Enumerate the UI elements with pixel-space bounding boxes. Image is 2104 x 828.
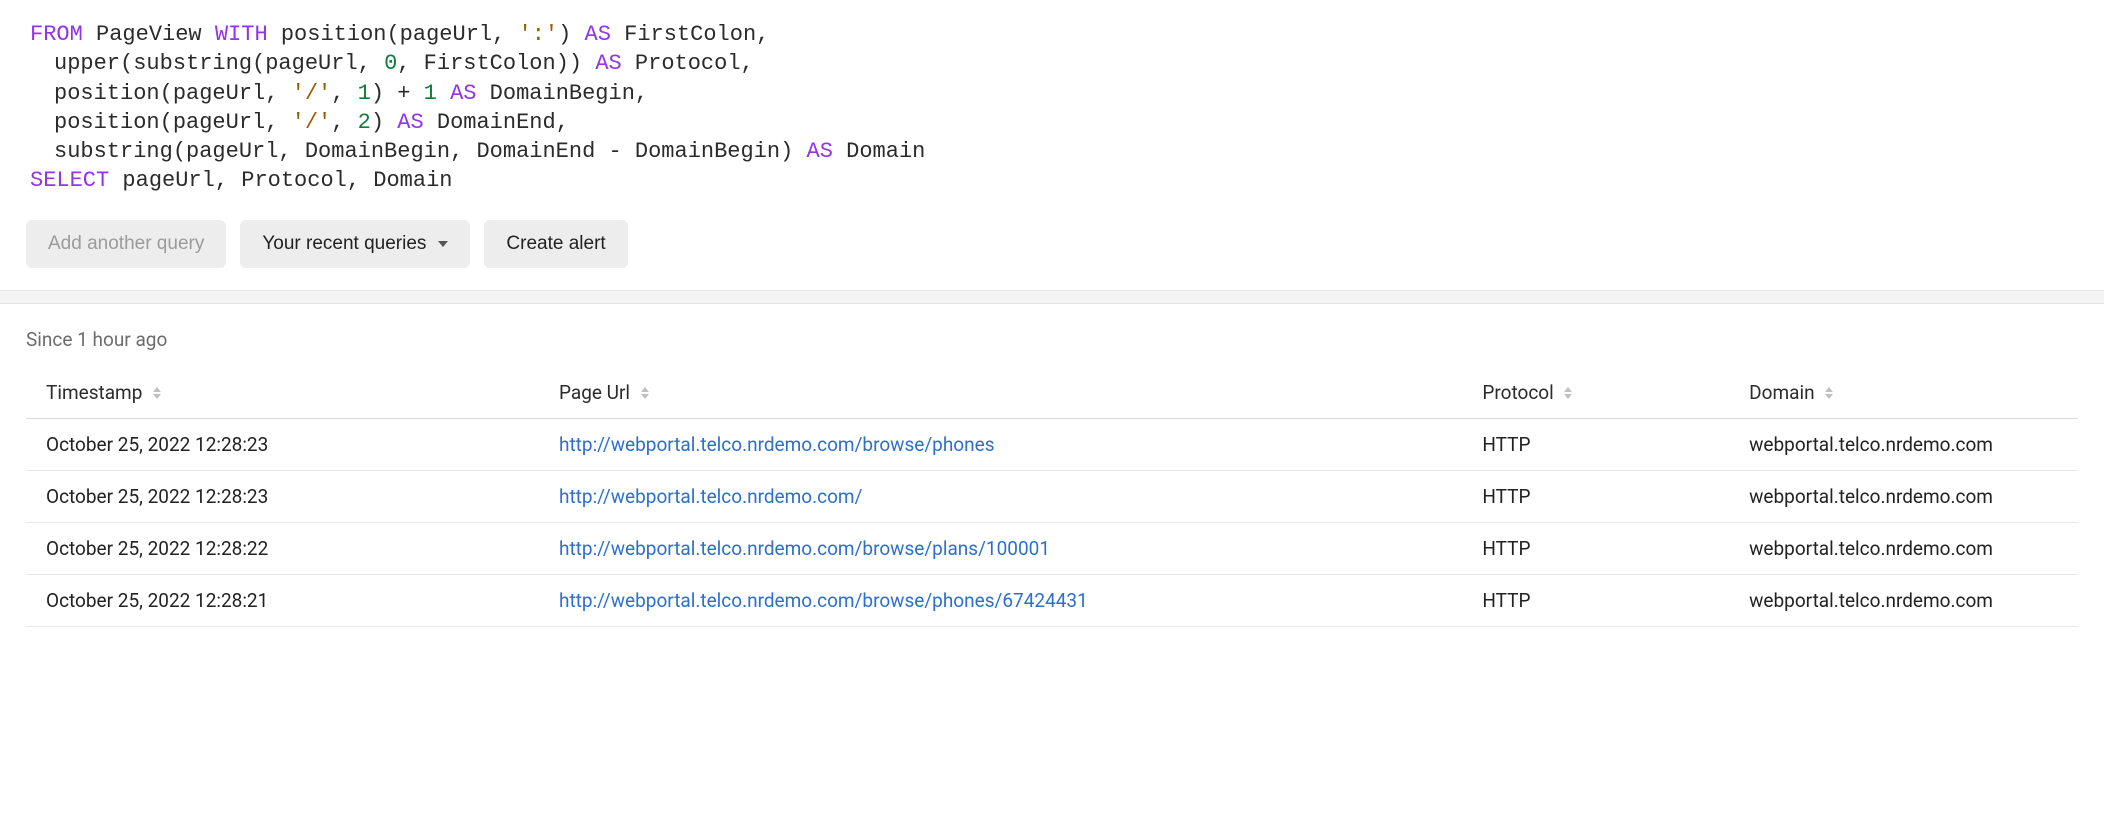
query-token: '/' [292, 110, 332, 135]
recent-queries-button[interactable]: Your recent queries [240, 220, 470, 268]
query-token: AS [397, 110, 423, 135]
cell-timestamp: October 25, 2022 12:28:22 [26, 522, 539, 574]
query-token: ) [558, 22, 584, 47]
column-header-timestamp[interactable]: Timestamp [26, 367, 539, 419]
cell-pageurl: http://webportal.telco.nrdemo.com/browse… [539, 418, 1462, 470]
cell-domain: webportal.telco.nrdemo.com [1729, 574, 2078, 626]
query-token: Protocol, [622, 51, 754, 76]
query-token: WITH [215, 22, 268, 47]
query-token: position(pageUrl, [54, 110, 292, 135]
query-line: substring(pageUrl, DomainBegin, DomainEn… [30, 137, 2074, 166]
recent-queries-label: Your recent queries [262, 233, 426, 255]
column-header-label: Timestamp [46, 381, 142, 404]
table-row: October 25, 2022 12:28:21 http://webporta… [26, 574, 2078, 626]
query-token: DomainBegin, [476, 81, 648, 106]
query-token: , [331, 110, 357, 135]
query-token: FirstColon, [611, 22, 769, 47]
table-row: October 25, 2022 12:28:22 http://webporta… [26, 522, 2078, 574]
query-token: FROM [30, 22, 83, 47]
query-token: AS [595, 51, 621, 76]
query-token: position(pageUrl, [54, 81, 292, 106]
page-url-link[interactable]: http://webportal.telco.nrdemo.com/browse… [559, 589, 1088, 612]
section-divider [0, 290, 2104, 304]
cell-pageurl: http://webportal.telco.nrdemo.com/browse… [539, 574, 1462, 626]
column-header-label: Domain [1749, 381, 1814, 404]
cell-domain: webportal.telco.nrdemo.com [1729, 522, 2078, 574]
query-token: upper(substring(pageUrl, [54, 51, 384, 76]
query-token: AS [807, 139, 833, 164]
cell-protocol: HTTP [1462, 574, 1729, 626]
sort-icon [1564, 387, 1572, 399]
query-token: ':' [519, 22, 559, 47]
table-header-row: Timestamp Page Url Protocol Domain [26, 367, 2078, 419]
column-header-label: Page Url [559, 381, 630, 404]
page-url-link[interactable]: http://webportal.telco.nrdemo.com/ [559, 485, 862, 508]
query-token: 1 [358, 81, 371, 106]
query-editor[interactable]: FROM PageView WITH position(pageUrl, ':'… [0, 0, 2104, 206]
cell-protocol: HTTP [1462, 522, 1729, 574]
page-url-link[interactable]: http://webportal.telco.nrdemo.com/browse… [559, 433, 995, 456]
button-row: Add another query Your recent queries Cr… [0, 206, 2104, 290]
query-line: FROM PageView WITH position(pageUrl, ':'… [30, 20, 2074, 49]
query-token: , [331, 81, 357, 106]
results-table: Timestamp Page Url Protocol Domain Octob… [26, 367, 2078, 627]
column-header-domain[interactable]: Domain [1729, 367, 2078, 419]
query-token: substring(pageUrl, DomainBegin, DomainEn… [54, 139, 807, 164]
query-line: position(pageUrl, '/', 1) + 1 AS DomainB… [30, 79, 2074, 108]
query-line: position(pageUrl, '/', 2) AS DomainEnd, [30, 108, 2074, 137]
query-token: , FirstColon)) [397, 51, 595, 76]
results-table-container: Timestamp Page Url Protocol Domain Octob… [0, 359, 2104, 631]
query-token: 2 [358, 110, 371, 135]
chevron-down-icon [438, 241, 448, 247]
cell-domain: webportal.telco.nrdemo.com [1729, 470, 2078, 522]
query-line: upper(substring(pageUrl, 0, FirstColon))… [30, 49, 2074, 78]
cell-timestamp: October 25, 2022 12:28:23 [26, 470, 539, 522]
create-alert-button[interactable]: Create alert [484, 220, 627, 268]
page-url-link[interactable]: http://webportal.telco.nrdemo.com/browse… [559, 537, 1050, 560]
query-token: Domain [833, 139, 925, 164]
query-token: '/' [292, 81, 332, 106]
query-token: PageView [83, 22, 215, 47]
column-header-label: Protocol [1482, 381, 1553, 404]
cell-pageurl: http://webportal.telco.nrdemo.com/browse… [539, 522, 1462, 574]
column-header-protocol[interactable]: Protocol [1462, 367, 1729, 419]
column-header-pageurl[interactable]: Page Url [539, 367, 1462, 419]
query-token: DomainEnd, [424, 110, 569, 135]
query-token: AS [450, 81, 476, 106]
add-another-query-button: Add another query [26, 220, 226, 268]
query-token: ) + [371, 81, 424, 106]
query-token: 1 [424, 81, 437, 106]
sort-icon [153, 387, 161, 399]
query-token: AS [585, 22, 611, 47]
query-token: pageUrl, Protocol, Domain [109, 168, 452, 193]
sort-icon [641, 387, 649, 399]
query-token: SELECT [30, 168, 109, 193]
cell-timestamp: October 25, 2022 12:28:23 [26, 418, 539, 470]
cell-protocol: HTTP [1462, 470, 1729, 522]
table-row: October 25, 2022 12:28:23 http://webporta… [26, 470, 2078, 522]
cell-timestamp: October 25, 2022 12:28:21 [26, 574, 539, 626]
since-label: Since 1 hour ago [0, 304, 2104, 359]
query-token: 0 [384, 51, 397, 76]
sort-icon [1825, 387, 1833, 399]
cell-pageurl: http://webportal.telco.nrdemo.com/ [539, 470, 1462, 522]
query-token: position(pageUrl, [268, 22, 519, 47]
cell-protocol: HTTP [1462, 418, 1729, 470]
query-token: ) [371, 110, 397, 135]
cell-domain: webportal.telco.nrdemo.com [1729, 418, 2078, 470]
query-token [437, 81, 450, 106]
query-line: SELECT pageUrl, Protocol, Domain [30, 166, 2074, 195]
table-row: October 25, 2022 12:28:23 http://webporta… [26, 418, 2078, 470]
